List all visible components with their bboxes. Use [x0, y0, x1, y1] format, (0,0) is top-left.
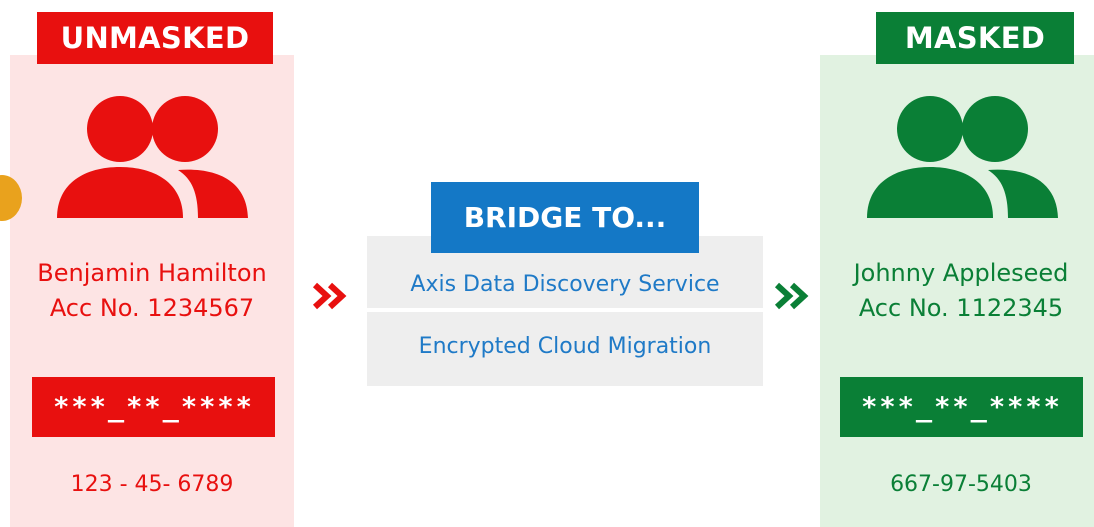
- unmasked-account: Acc No. 1234567: [49, 294, 255, 322]
- unmasked-person-info: Benjamin Hamilton Acc No. 1234567: [10, 256, 294, 326]
- people-icon: [57, 96, 248, 218]
- masked-name: Johnny Appleseed: [853, 259, 1069, 287]
- unmasked-ssn: 123 - 45- 6789: [70, 472, 234, 497]
- masking-diagram: UNMASKED Benjamin Hamilton Acc No. 12345…: [0, 0, 1094, 527]
- bridge-divider: [367, 308, 763, 312]
- masked-ssn: 667-97-5403: [890, 472, 1032, 497]
- masked-header: MASKED: [876, 12, 1074, 64]
- unmasked-mask-bar: ***_**_****: [32, 377, 275, 437]
- masked-account: Acc No. 1122345: [858, 294, 1064, 322]
- people-icon: [867, 96, 1058, 218]
- double-chevron-right-icon: [312, 282, 347, 310]
- masked-person-info: Johnny Appleseed Acc No. 1122345: [820, 256, 1094, 326]
- bridge-title: BRIDGE TO...: [431, 182, 699, 253]
- bridge-item-discovery: Axis Data Discovery Service: [410, 272, 720, 297]
- double-chevron-right-icon: [774, 282, 809, 310]
- unmasked-name: Benjamin Hamilton: [37, 259, 267, 287]
- unmasked-header: UNMASKED: [37, 12, 273, 64]
- bridge-item-migration: Encrypted Cloud Migration: [418, 334, 712, 359]
- masked-mask-bar: ***_**_****: [840, 377, 1083, 437]
